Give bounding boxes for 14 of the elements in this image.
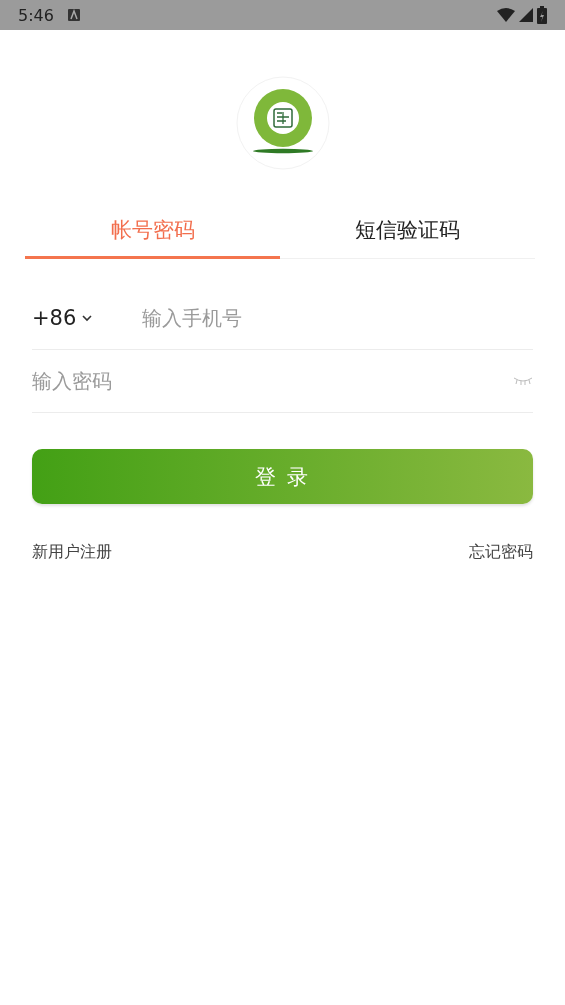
login-tab[interactable]: 短信验证码 <box>280 216 535 259</box>
password-input[interactable]: 输入密码 <box>32 369 513 393</box>
chevron-down-icon <box>82 314 93 322</box>
status-time: 5:46 <box>18 5 54 25</box>
password-toggle[interactable] <box>513 376 533 386</box>
signal-icon <box>519 8 533 22</box>
forgot-password-link[interactable]: 忘记密码 <box>469 542 533 563</box>
closed-eye-icon <box>513 376 533 386</box>
phone-input[interactable]: 输入手机号 <box>142 306 533 330</box>
notification-icon <box>67 9 80 21</box>
wifi-icon <box>497 8 515 22</box>
country-code-selector[interactable]: +86 <box>32 306 142 330</box>
battery-icon <box>537 6 547 24</box>
register-link[interactable]: 新用户注册 <box>32 542 112 563</box>
